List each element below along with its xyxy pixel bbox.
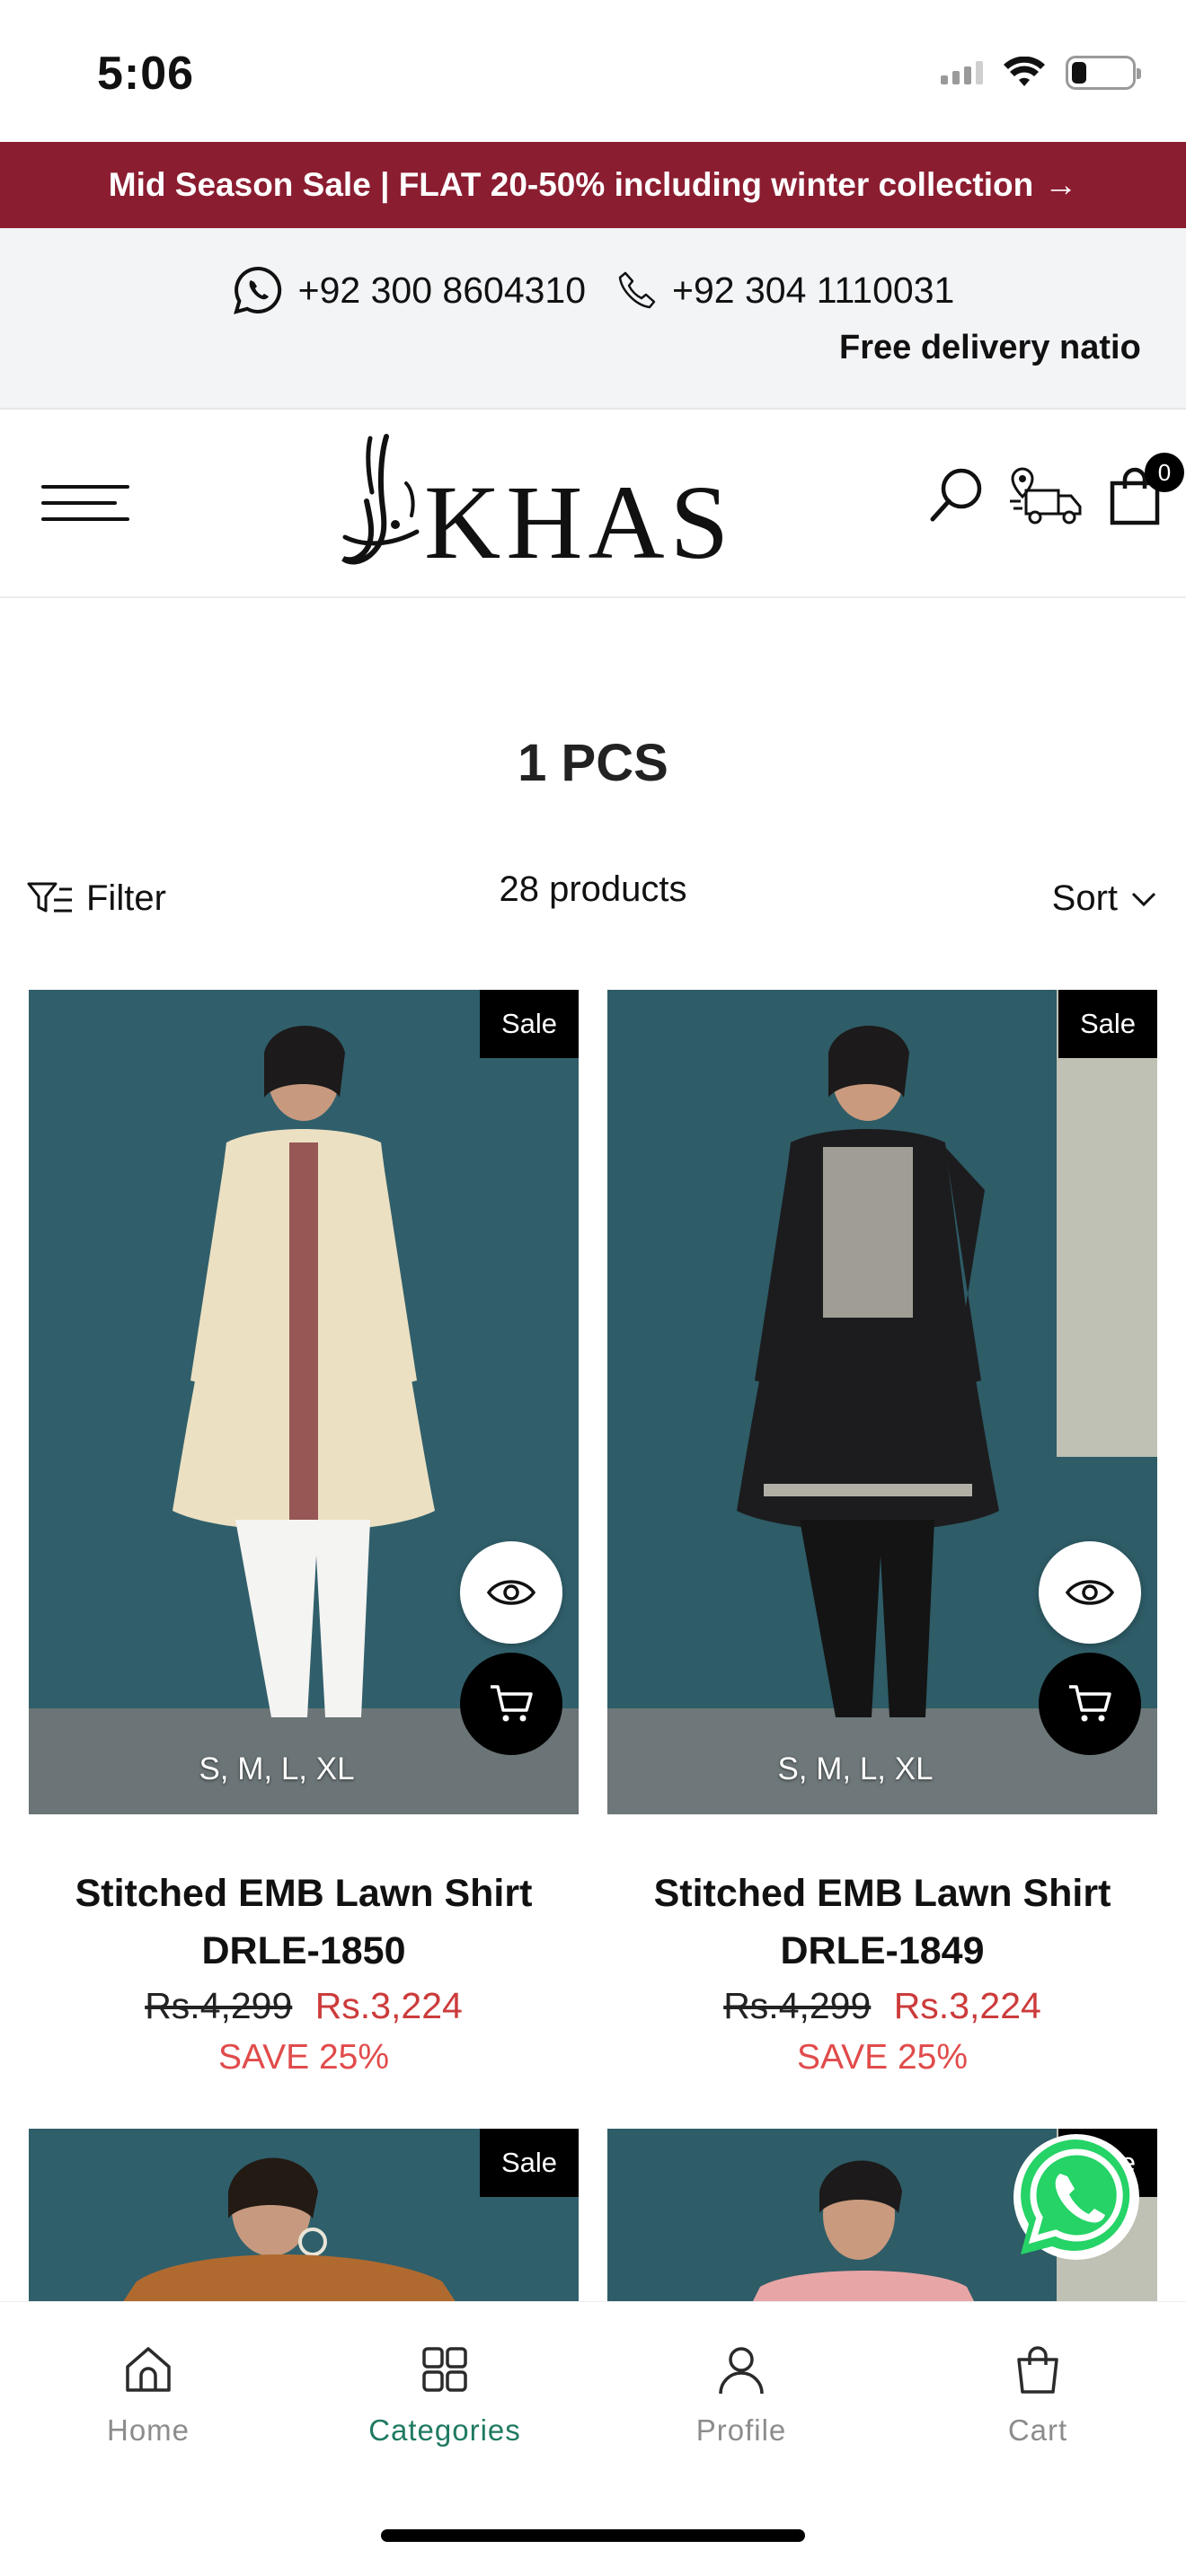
promo-text: Mid Season Sale | FLAT 20-50% including … (108, 166, 1034, 203)
filter-label: Filter (86, 878, 166, 918)
product-image[interactable]: Sale (29, 2129, 579, 2301)
sale-badge: Sale (1058, 990, 1157, 1058)
sort-label: Sort (1051, 878, 1118, 918)
categories-icon (422, 2347, 467, 2392)
filter-button[interactable]: Filter (27, 878, 166, 919)
eye-icon (486, 1580, 536, 1605)
nav-home[interactable]: Home (0, 2342, 296, 2448)
search-icon[interactable] (924, 463, 987, 526)
phone-number[interactable]: +92 304 1110031 (672, 269, 954, 312)
status-time: 5:06 (97, 48, 195, 100)
sort-button[interactable]: Sort (1052, 878, 1157, 919)
product-card[interactable]: Sale (29, 2129, 579, 2301)
arrow-right-icon: → (1044, 166, 1078, 203)
promo-banner[interactable]: Mid Season Sale | FLAT 20-50% including … (0, 142, 1186, 228)
cart-count-badge: 0 (1145, 453, 1184, 492)
logo[interactable]: KHAS (331, 429, 735, 582)
whatsapp-chat-button[interactable] (1008, 2129, 1145, 2265)
discount-label: SAVE 25% (217, 2038, 390, 2077)
original-price: Rs.4,299 (723, 1985, 872, 2026)
nav-cart[interactable]: Cart (890, 2342, 1186, 2448)
cart-icon (491, 1685, 533, 1722)
nav-label: Profile (695, 2413, 787, 2447)
available-sizes: S, M, L, XL (199, 1751, 355, 1786)
home-icon (126, 2347, 171, 2392)
product-name[interactable]: Stitched EMB Lawn Shirt DRLE-1849 (607, 1865, 1157, 1980)
logo-calligraphy-icon (341, 434, 420, 565)
phone-icon[interactable] (616, 269, 658, 311)
whatsapp-icon[interactable] (232, 264, 284, 316)
cart-bag-icon[interactable]: 0 (1103, 453, 1184, 526)
available-sizes: S, M, L, XL (777, 1751, 934, 1786)
cart-icon (1017, 2346, 1058, 2394)
product-card[interactable]: Sale S, M, L, XL Stitched EMB Lawn Shirt… (607, 990, 1157, 2078)
product-name[interactable]: Stitched EMB Lawn Shirt DRLE-1850 (29, 1865, 579, 1980)
whatsapp-number[interactable]: +92 300 8604310 (298, 269, 586, 312)
wifi-icon (1004, 57, 1045, 86)
whatsapp-icon (1013, 2134, 1139, 2260)
original-price: Rs.4,299 (145, 1985, 293, 2026)
site-header: KHAS 0 (0, 410, 1186, 598)
sale-price: Rs.3,224 (893, 1985, 1041, 2026)
sale-price: Rs.3,224 (314, 1985, 463, 2026)
eye-icon (1065, 1580, 1115, 1605)
discount-label: SAVE 25% (796, 2038, 969, 2077)
sale-badge: Sale (480, 2129, 579, 2197)
profile-icon (719, 2347, 764, 2395)
status-icons (941, 56, 1141, 90)
delivery-marquee: Free delivery natio (839, 329, 1141, 366)
status-bar: 5:06 (0, 0, 1186, 142)
add-to-cart-button[interactable] (460, 1653, 562, 1755)
nav-profile[interactable]: Profile (593, 2342, 890, 2448)
nav-categories[interactable]: Categories (296, 2342, 593, 2448)
collection-toolbar: 28 products Filter Sort (0, 862, 1186, 943)
product-price: Rs.4,299 Rs.3,224 (29, 1985, 579, 2027)
nav-label: Home (106, 2413, 190, 2447)
nav-label: Cart (1007, 2413, 1068, 2447)
product-image[interactable]: Sale S, M, L, XL (29, 990, 579, 1814)
sale-badge: Sale (480, 990, 579, 1058)
menu-icon[interactable] (41, 478, 129, 528)
product-price: Rs.4,299 Rs.3,224 (607, 1985, 1157, 2027)
quick-view-button[interactable] (460, 1541, 562, 1644)
contact-bar: +92 300 8604310 +92 304 1110031 Free del… (0, 228, 1186, 410)
nav-label: Categories (368, 2413, 521, 2447)
logo-text: KHAS (424, 463, 735, 581)
product-count: 28 products (499, 869, 687, 909)
signal-icon (941, 61, 983, 84)
add-to-cart-button[interactable] (1039, 1653, 1141, 1755)
chevron-down-icon (1131, 892, 1156, 906)
cart-icon (1069, 1685, 1111, 1722)
quick-view-button[interactable] (1039, 1541, 1141, 1644)
track-order-icon[interactable] (1006, 463, 1084, 526)
filter-icon (27, 882, 72, 912)
home-indicator (381, 2529, 805, 2542)
product-card[interactable]: Sale S, M, L, XL Stitched EMB Lawn Shirt… (29, 990, 579, 2078)
product-image[interactable]: Sale S, M, L, XL (607, 990, 1157, 1814)
battery-icon (1066, 56, 1141, 90)
collection-title: 1 PCS (518, 734, 668, 792)
